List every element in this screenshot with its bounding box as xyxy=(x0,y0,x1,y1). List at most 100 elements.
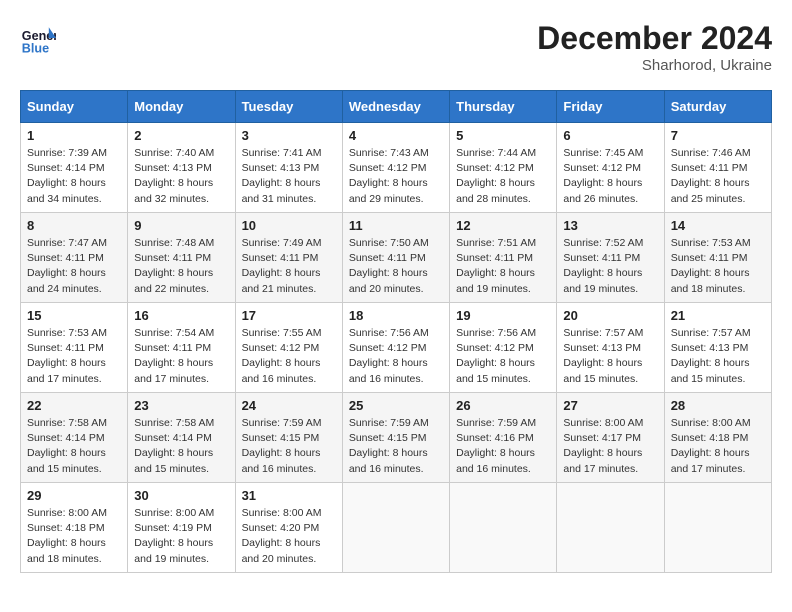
day-number: 10 xyxy=(242,218,336,233)
calendar-cell: 27 Sunrise: 8:00 AMSunset: 4:17 PMDaylig… xyxy=(557,393,664,483)
calendar-cell xyxy=(664,483,771,573)
calendar-cell: 2 Sunrise: 7:40 AMSunset: 4:13 PMDayligh… xyxy=(128,123,235,213)
calendar-cell: 8 Sunrise: 7:47 AMSunset: 4:11 PMDayligh… xyxy=(21,213,128,303)
calendar-cell: 23 Sunrise: 7:58 AMSunset: 4:14 PMDaylig… xyxy=(128,393,235,483)
day-number: 21 xyxy=(671,308,765,323)
day-number: 16 xyxy=(134,308,228,323)
day-number: 14 xyxy=(671,218,765,233)
day-number: 30 xyxy=(134,488,228,503)
day-info: Sunrise: 7:49 AMSunset: 4:11 PMDaylight:… xyxy=(242,237,322,295)
calendar-week-row: 29 Sunrise: 8:00 AMSunset: 4:18 PMDaylig… xyxy=(21,483,772,573)
day-number: 4 xyxy=(349,128,443,143)
day-number: 26 xyxy=(456,398,550,413)
calendar-cell xyxy=(342,483,449,573)
calendar-cell: 9 Sunrise: 7:48 AMSunset: 4:11 PMDayligh… xyxy=(128,213,235,303)
calendar-cell: 19 Sunrise: 7:56 AMSunset: 4:12 PMDaylig… xyxy=(450,303,557,393)
calendar-week-row: 8 Sunrise: 7:47 AMSunset: 4:11 PMDayligh… xyxy=(21,213,772,303)
svg-text:Blue: Blue xyxy=(22,41,49,55)
calendar-table: SundayMondayTuesdayWednesdayThursdayFrid… xyxy=(20,90,772,573)
logo: General Blue xyxy=(20,20,56,56)
page-header: General Blue December 2024 Sharhorod, Uk… xyxy=(20,20,772,74)
day-info: Sunrise: 7:59 AMSunset: 4:15 PMDaylight:… xyxy=(242,417,322,475)
day-info: Sunrise: 8:00 AMSunset: 4:17 PMDaylight:… xyxy=(563,417,643,475)
day-number: 24 xyxy=(242,398,336,413)
day-number: 22 xyxy=(27,398,121,413)
day-info: Sunrise: 7:43 AMSunset: 4:12 PMDaylight:… xyxy=(349,147,429,205)
day-info: Sunrise: 7:50 AMSunset: 4:11 PMDaylight:… xyxy=(349,237,429,295)
day-info: Sunrise: 8:00 AMSunset: 4:18 PMDaylight:… xyxy=(671,417,751,475)
month-year-title: December 2024 xyxy=(537,20,772,57)
calendar-cell: 26 Sunrise: 7:59 AMSunset: 4:16 PMDaylig… xyxy=(450,393,557,483)
calendar-cell: 17 Sunrise: 7:55 AMSunset: 4:12 PMDaylig… xyxy=(235,303,342,393)
calendar-cell: 22 Sunrise: 7:58 AMSunset: 4:14 PMDaylig… xyxy=(21,393,128,483)
day-number: 29 xyxy=(27,488,121,503)
calendar-header-row: SundayMondayTuesdayWednesdayThursdayFrid… xyxy=(21,91,772,123)
day-number: 11 xyxy=(349,218,443,233)
calendar-cell: 6 Sunrise: 7:45 AMSunset: 4:12 PMDayligh… xyxy=(557,123,664,213)
day-number: 23 xyxy=(134,398,228,413)
calendar-cell: 24 Sunrise: 7:59 AMSunset: 4:15 PMDaylig… xyxy=(235,393,342,483)
calendar-cell: 5 Sunrise: 7:44 AMSunset: 4:12 PMDayligh… xyxy=(450,123,557,213)
calendar-cell: 20 Sunrise: 7:57 AMSunset: 4:13 PMDaylig… xyxy=(557,303,664,393)
day-info: Sunrise: 7:58 AMSunset: 4:14 PMDaylight:… xyxy=(134,417,214,475)
day-number: 8 xyxy=(27,218,121,233)
day-number: 2 xyxy=(134,128,228,143)
day-info: Sunrise: 8:00 AMSunset: 4:19 PMDaylight:… xyxy=(134,507,214,565)
day-number: 13 xyxy=(563,218,657,233)
day-info: Sunrise: 7:48 AMSunset: 4:11 PMDaylight:… xyxy=(134,237,214,295)
calendar-cell: 11 Sunrise: 7:50 AMSunset: 4:11 PMDaylig… xyxy=(342,213,449,303)
day-info: Sunrise: 7:56 AMSunset: 4:12 PMDaylight:… xyxy=(456,327,536,385)
weekday-header-saturday: Saturday xyxy=(664,91,771,123)
day-number: 6 xyxy=(563,128,657,143)
day-info: Sunrise: 7:45 AMSunset: 4:12 PMDaylight:… xyxy=(563,147,643,205)
calendar-cell: 3 Sunrise: 7:41 AMSunset: 4:13 PMDayligh… xyxy=(235,123,342,213)
day-info: Sunrise: 7:58 AMSunset: 4:14 PMDaylight:… xyxy=(27,417,107,475)
calendar-cell: 16 Sunrise: 7:54 AMSunset: 4:11 PMDaylig… xyxy=(128,303,235,393)
day-number: 28 xyxy=(671,398,765,413)
title-block: December 2024 Sharhorod, Ukraine xyxy=(537,20,772,74)
calendar-cell: 18 Sunrise: 7:56 AMSunset: 4:12 PMDaylig… xyxy=(342,303,449,393)
calendar-cell xyxy=(557,483,664,573)
day-number: 19 xyxy=(456,308,550,323)
day-info: Sunrise: 7:46 AMSunset: 4:11 PMDaylight:… xyxy=(671,147,751,205)
calendar-cell: 12 Sunrise: 7:51 AMSunset: 4:11 PMDaylig… xyxy=(450,213,557,303)
day-info: Sunrise: 7:41 AMSunset: 4:13 PMDaylight:… xyxy=(242,147,322,205)
day-number: 17 xyxy=(242,308,336,323)
day-info: Sunrise: 7:57 AMSunset: 4:13 PMDaylight:… xyxy=(671,327,751,385)
day-number: 20 xyxy=(563,308,657,323)
day-number: 25 xyxy=(349,398,443,413)
day-info: Sunrise: 7:39 AMSunset: 4:14 PMDaylight:… xyxy=(27,147,107,205)
logo-icon: General Blue xyxy=(20,20,56,56)
day-info: Sunrise: 8:00 AMSunset: 4:18 PMDaylight:… xyxy=(27,507,107,565)
calendar-cell: 13 Sunrise: 7:52 AMSunset: 4:11 PMDaylig… xyxy=(557,213,664,303)
day-info: Sunrise: 7:57 AMSunset: 4:13 PMDaylight:… xyxy=(563,327,643,385)
calendar-cell: 15 Sunrise: 7:53 AMSunset: 4:11 PMDaylig… xyxy=(21,303,128,393)
day-info: Sunrise: 7:51 AMSunset: 4:11 PMDaylight:… xyxy=(456,237,536,295)
day-number: 9 xyxy=(134,218,228,233)
day-info: Sunrise: 7:54 AMSunset: 4:11 PMDaylight:… xyxy=(134,327,214,385)
day-info: Sunrise: 8:00 AMSunset: 4:20 PMDaylight:… xyxy=(242,507,322,565)
day-info: Sunrise: 7:56 AMSunset: 4:12 PMDaylight:… xyxy=(349,327,429,385)
calendar-cell xyxy=(450,483,557,573)
day-info: Sunrise: 7:52 AMSunset: 4:11 PMDaylight:… xyxy=(563,237,643,295)
calendar-cell: 1 Sunrise: 7:39 AMSunset: 4:14 PMDayligh… xyxy=(21,123,128,213)
day-info: Sunrise: 7:47 AMSunset: 4:11 PMDaylight:… xyxy=(27,237,107,295)
day-info: Sunrise: 7:44 AMSunset: 4:12 PMDaylight:… xyxy=(456,147,536,205)
calendar-week-row: 22 Sunrise: 7:58 AMSunset: 4:14 PMDaylig… xyxy=(21,393,772,483)
day-number: 31 xyxy=(242,488,336,503)
calendar-cell: 25 Sunrise: 7:59 AMSunset: 4:15 PMDaylig… xyxy=(342,393,449,483)
calendar-cell: 10 Sunrise: 7:49 AMSunset: 4:11 PMDaylig… xyxy=(235,213,342,303)
calendar-cell: 4 Sunrise: 7:43 AMSunset: 4:12 PMDayligh… xyxy=(342,123,449,213)
weekday-header-wednesday: Wednesday xyxy=(342,91,449,123)
weekday-header-tuesday: Tuesday xyxy=(235,91,342,123)
calendar-cell: 21 Sunrise: 7:57 AMSunset: 4:13 PMDaylig… xyxy=(664,303,771,393)
day-info: Sunrise: 7:55 AMSunset: 4:12 PMDaylight:… xyxy=(242,327,322,385)
weekday-header-thursday: Thursday xyxy=(450,91,557,123)
calendar-cell: 31 Sunrise: 8:00 AMSunset: 4:20 PMDaylig… xyxy=(235,483,342,573)
day-info: Sunrise: 7:40 AMSunset: 4:13 PMDaylight:… xyxy=(134,147,214,205)
day-number: 7 xyxy=(671,128,765,143)
day-info: Sunrise: 7:53 AMSunset: 4:11 PMDaylight:… xyxy=(671,237,751,295)
day-info: Sunrise: 7:53 AMSunset: 4:11 PMDaylight:… xyxy=(27,327,107,385)
day-info: Sunrise: 7:59 AMSunset: 4:15 PMDaylight:… xyxy=(349,417,429,475)
calendar-cell: 30 Sunrise: 8:00 AMSunset: 4:19 PMDaylig… xyxy=(128,483,235,573)
